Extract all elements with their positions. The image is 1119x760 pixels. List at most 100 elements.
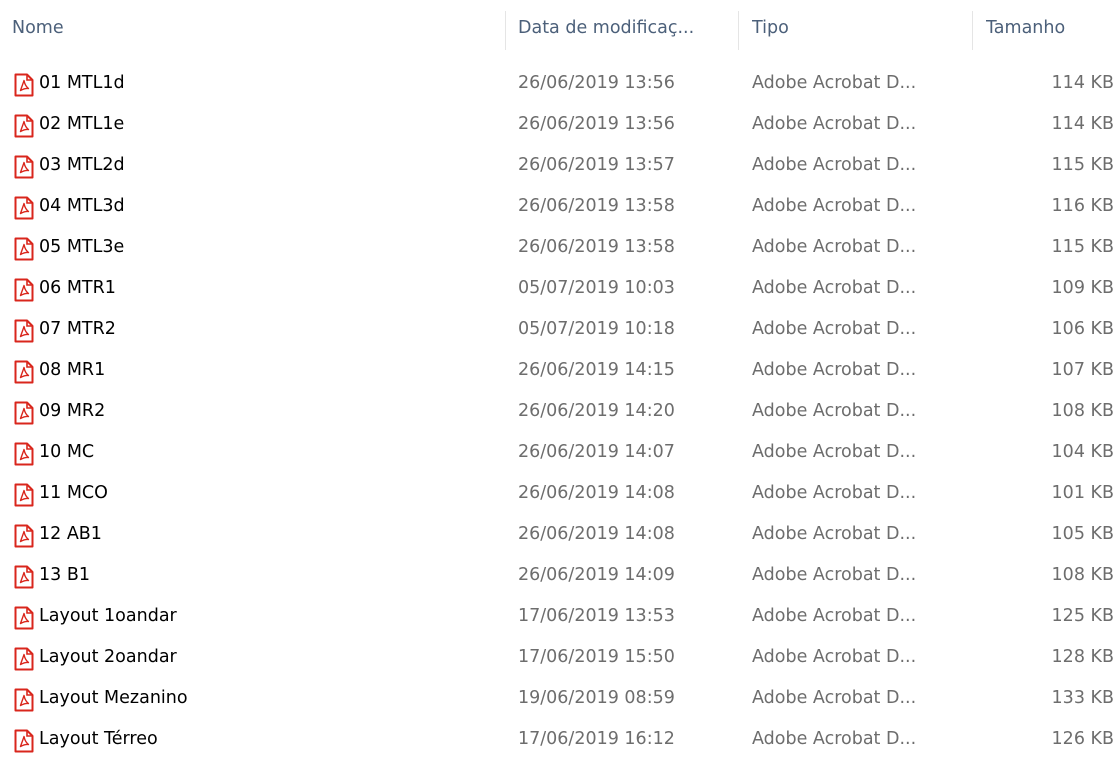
- file-name: 10 MC: [39, 442, 95, 462]
- file-row[interactable]: 09 MR2 26/06/2019 14:20 Adobe Acrobat D...…: [0, 391, 1119, 432]
- file-row[interactable]: Layout Mezanino 19/06/2019 08:59 Adobe Acr…: [0, 678, 1119, 719]
- file-rows: 01 MTL1d 26/06/2019 13:56 Adobe Acrobat D.…: [0, 63, 1119, 760]
- file-size: 114 KB: [1051, 73, 1114, 93]
- file-name: 07 MTR2: [39, 319, 116, 339]
- file-size: 125 KB: [1051, 606, 1114, 626]
- pdf-file-icon: [14, 564, 34, 589]
- file-row[interactable]: 08 MR1 26/06/2019 14:15 Adobe Acrobat D...…: [0, 350, 1119, 391]
- file-name: 05 MTL3e: [39, 237, 125, 257]
- file-name-cell[interactable]: Layout Mezanino: [14, 678, 504, 719]
- file-name-cell[interactable]: 11 MCO: [14, 473, 504, 514]
- pdf-file-icon: [14, 523, 34, 548]
- pdf-file-icon: [14, 687, 34, 712]
- file-type: Adobe Acrobat D...: [752, 73, 917, 93]
- file-type: Adobe Acrobat D...: [752, 606, 917, 626]
- file-name-cell[interactable]: 13 B1: [14, 555, 504, 596]
- file-name-cell[interactable]: Layout 1oandar: [14, 596, 504, 637]
- column-divider[interactable]: [738, 11, 739, 50]
- file-row[interactable]: Layout Térreo 17/06/2019 16:12 Adobe Acrob…: [0, 719, 1119, 760]
- pdf-file-icon: [14, 236, 34, 261]
- file-name: 11 MCO: [39, 483, 108, 503]
- column-divider[interactable]: [505, 11, 506, 50]
- file-date-modified: 26/06/2019 14:08: [518, 524, 675, 544]
- column-header-date-modified[interactable]: Data de modificaç...: [518, 0, 734, 56]
- pdf-file-icon: [14, 728, 34, 753]
- file-name: 13 B1: [39, 565, 90, 585]
- file-size: 104 KB: [1051, 442, 1114, 462]
- file-row[interactable]: 05 MTL3e 26/06/2019 13:58 Adobe Acrobat D.…: [0, 227, 1119, 268]
- file-name: 09 MR2: [39, 401, 106, 421]
- file-row[interactable]: 12 AB1 26/06/2019 14:08 Adobe Acrobat D...…: [0, 514, 1119, 555]
- file-date-modified: 17/06/2019 13:53: [518, 606, 675, 626]
- file-name: 01 MTL1d: [39, 73, 125, 93]
- file-name-cell[interactable]: 04 MTL3d: [14, 186, 504, 227]
- file-name: 03 MTL2d: [39, 155, 125, 175]
- file-size: 128 KB: [1051, 647, 1114, 667]
- file-name-cell[interactable]: 10 MC: [14, 432, 504, 473]
- file-row[interactable]: 01 MTL1d 26/06/2019 13:56 Adobe Acrobat D.…: [0, 63, 1119, 104]
- pdf-file-icon: [14, 482, 34, 507]
- file-name: Layout 1oandar: [39, 606, 177, 626]
- file-size: 133 KB: [1051, 688, 1114, 708]
- column-header-bar: Nome Data de modificaç... Tipo Tamanho: [0, 0, 1119, 56]
- file-name: Layout 2oandar: [39, 647, 177, 667]
- file-name: 08 MR1: [39, 360, 106, 380]
- file-row[interactable]: 13 B1 26/06/2019 14:09 Adobe Acrobat D... 1…: [0, 555, 1119, 596]
- column-header-name[interactable]: Nome: [12, 0, 502, 56]
- file-name-cell[interactable]: Layout 2oandar: [14, 637, 504, 678]
- pdf-file-icon: [14, 400, 34, 425]
- column-divider[interactable]: [972, 11, 973, 50]
- file-name: 02 MTL1e: [39, 114, 125, 134]
- file-type: Adobe Acrobat D...: [752, 442, 917, 462]
- file-row[interactable]: 02 MTL1e 26/06/2019 13:56 Adobe Acrobat D.…: [0, 104, 1119, 145]
- file-row[interactable]: Layout 2oandar 17/06/2019 15:50 Adobe Acro…: [0, 637, 1119, 678]
- file-date-modified: 26/06/2019 13:58: [518, 237, 675, 257]
- file-name-cell[interactable]: 01 MTL1d: [14, 63, 504, 104]
- file-name-cell[interactable]: 05 MTL3e: [14, 227, 504, 268]
- file-size: 108 KB: [1051, 565, 1114, 585]
- file-name-cell[interactable]: 09 MR2: [14, 391, 504, 432]
- file-date-modified: 26/06/2019 14:09: [518, 565, 675, 585]
- file-row[interactable]: Layout 1oandar 17/06/2019 13:53 Adobe Acro…: [0, 596, 1119, 637]
- file-row[interactable]: 06 MTR1 05/07/2019 10:03 Adobe Acrobat D..…: [0, 268, 1119, 309]
- file-size: 101 KB: [1051, 483, 1114, 503]
- file-row[interactable]: 10 MC 26/06/2019 14:07 Adobe Acrobat D... 1…: [0, 432, 1119, 473]
- file-size: 126 KB: [1051, 729, 1114, 749]
- file-row[interactable]: 03 MTL2d 26/06/2019 13:57 Adobe Acrobat D.…: [0, 145, 1119, 186]
- file-date-modified: 26/06/2019 14:20: [518, 401, 675, 421]
- pdf-file-icon: [14, 359, 34, 384]
- file-date-modified: 26/06/2019 13:56: [518, 73, 675, 93]
- pdf-file-icon: [14, 646, 34, 671]
- file-name: 06 MTR1: [39, 278, 116, 298]
- column-header-size[interactable]: Tamanho: [986, 0, 1112, 56]
- file-size: 109 KB: [1051, 278, 1114, 298]
- file-type: Adobe Acrobat D...: [752, 319, 917, 339]
- file-type: Adobe Acrobat D...: [752, 524, 917, 544]
- file-name-cell[interactable]: Layout Térreo: [14, 719, 504, 760]
- pdf-file-icon: [14, 72, 34, 97]
- file-date-modified: 17/06/2019 16:12: [518, 729, 675, 749]
- file-type: Adobe Acrobat D...: [752, 360, 917, 380]
- file-date-modified: 05/07/2019 10:18: [518, 319, 675, 339]
- file-size: 115 KB: [1051, 237, 1114, 257]
- file-row[interactable]: 07 MTR2 05/07/2019 10:18 Adobe Acrobat D..…: [0, 309, 1119, 350]
- file-name-cell[interactable]: 08 MR1: [14, 350, 504, 391]
- pdf-file-icon: [14, 154, 34, 179]
- file-name-cell[interactable]: 07 MTR2: [14, 309, 504, 350]
- pdf-file-icon: [14, 113, 34, 138]
- file-size: 108 KB: [1051, 401, 1114, 421]
- file-row[interactable]: 11 MCO 26/06/2019 14:08 Adobe Acrobat D...…: [0, 473, 1119, 514]
- file-list-view: Nome Data de modificaç... Tipo Tamanho 0…: [0, 0, 1119, 753]
- pdf-file-icon: [14, 195, 34, 220]
- file-name-cell[interactable]: 06 MTR1: [14, 268, 504, 309]
- file-date-modified: 26/06/2019 14:15: [518, 360, 675, 380]
- file-row[interactable]: 04 MTL3d 26/06/2019 13:58 Adobe Acrobat D.…: [0, 186, 1119, 227]
- file-name-cell[interactable]: 12 AB1: [14, 514, 504, 555]
- file-name: Layout Térreo: [39, 729, 158, 749]
- file-date-modified: 26/06/2019 13:56: [518, 114, 675, 134]
- file-name: 04 MTL3d: [39, 196, 125, 216]
- file-name-cell[interactable]: 03 MTL2d: [14, 145, 504, 186]
- file-name-cell[interactable]: 02 MTL1e: [14, 104, 504, 145]
- column-header-type[interactable]: Tipo: [752, 0, 968, 56]
- file-type: Adobe Acrobat D...: [752, 237, 917, 257]
